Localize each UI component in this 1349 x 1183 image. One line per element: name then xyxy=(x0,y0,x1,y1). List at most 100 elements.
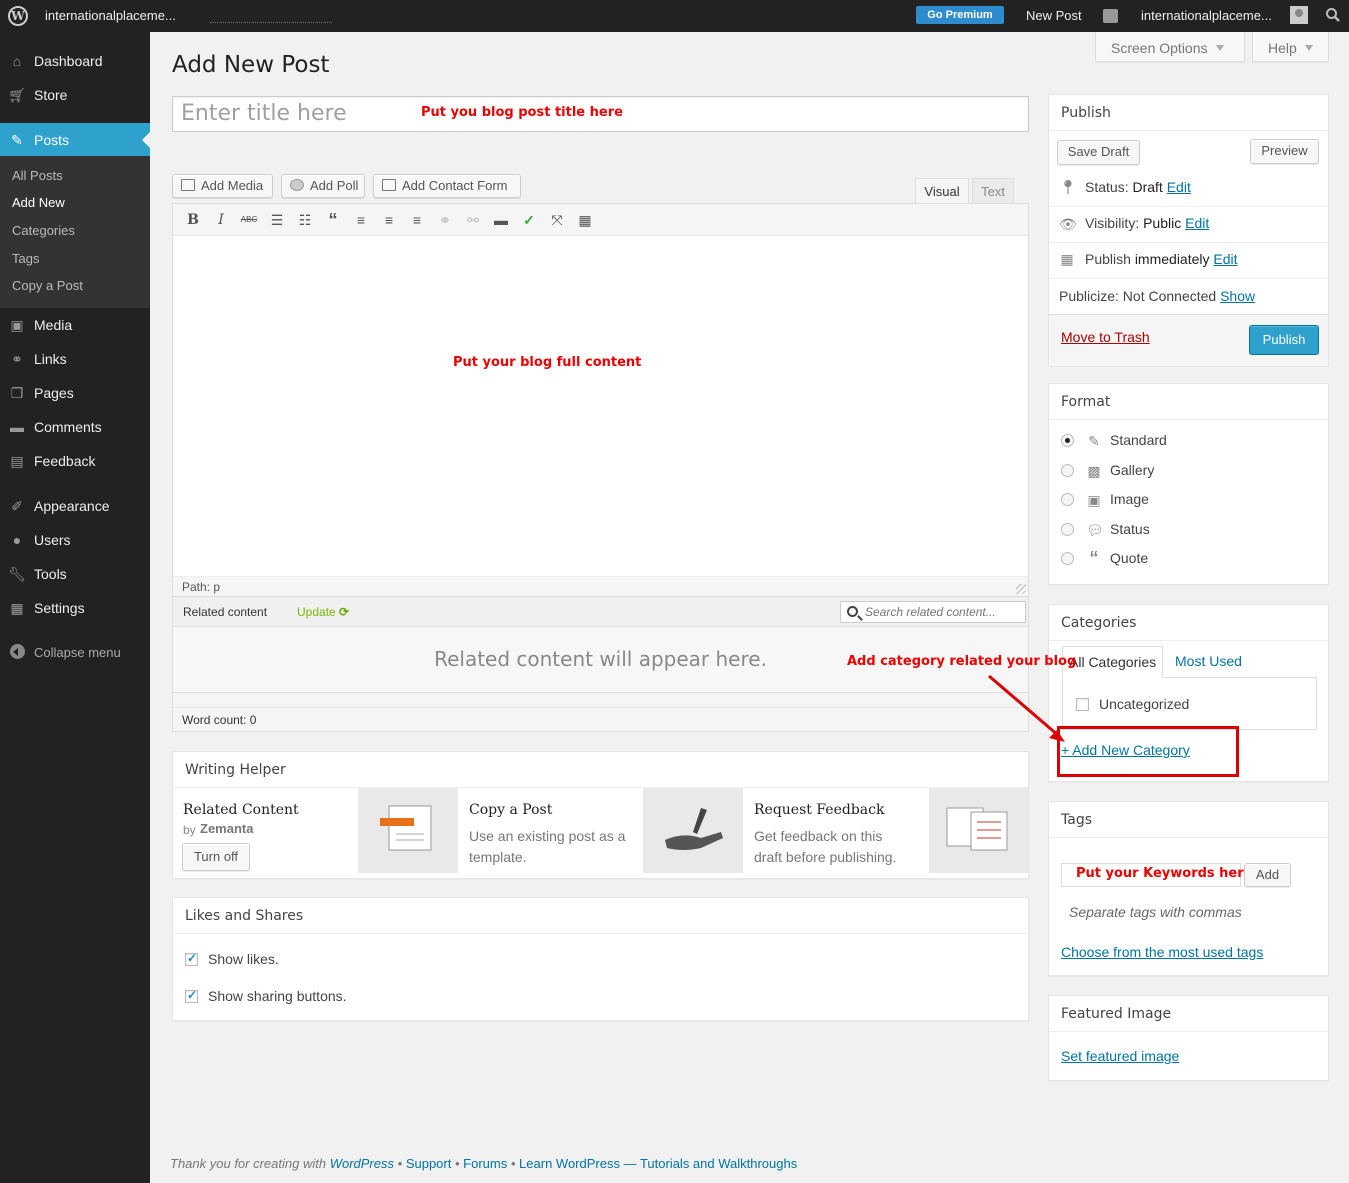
admin-sidebar: ⌂ Dashboard 🛒︎ Store ✎ Posts All Posts Add … xyxy=(0,32,150,1183)
tab-text[interactable]: Text xyxy=(972,178,1014,204)
bullet-list-icon[interactable]: ☰ xyxy=(267,211,287,229)
sidebar-item-settings[interactable]: ▦ Settings xyxy=(0,591,150,625)
tab-most-used[interactable]: Most Used xyxy=(1169,646,1248,678)
align-right-icon[interactable]: ≡ xyxy=(407,211,427,229)
related-search-input[interactable] xyxy=(865,605,1020,619)
bold-icon[interactable]: B xyxy=(183,211,203,229)
submenu-copy-post[interactable]: Copy a Post xyxy=(12,278,83,293)
format-quote-radio[interactable] xyxy=(1061,552,1074,565)
collapse-arrow-icon xyxy=(10,644,25,659)
uncategorized-label: Uncategorized xyxy=(1099,696,1190,712)
form-icon xyxy=(382,179,396,191)
keywords-annotation: Put your Keywords here xyxy=(1076,866,1253,881)
new-post-link[interactable]: New Post xyxy=(1026,8,1082,23)
blockquote-icon[interactable]: “ xyxy=(323,211,343,229)
compare-illustration[interactable] xyxy=(929,788,1028,873)
copy-post-illustration[interactable] xyxy=(358,788,458,873)
resize-handle[interactable] xyxy=(1016,584,1026,594)
title-input[interactable] xyxy=(181,101,411,126)
sidebar-item-dashboard[interactable]: ⌂ Dashboard xyxy=(0,44,150,78)
uncategorized-checkbox[interactable] xyxy=(1076,698,1089,711)
footer-support-link[interactable]: Support xyxy=(406,1156,452,1171)
pin-icon: 📍︎ xyxy=(1059,179,1077,195)
publish-button[interactable]: Publish xyxy=(1249,325,1319,355)
sidebar-item-users[interactable]: ● Users xyxy=(0,523,150,557)
align-left-icon[interactable]: ≡ xyxy=(351,211,371,229)
admin-bar: W internationalplaceme... Go Premium New… xyxy=(0,0,1349,32)
visibility-edit-link[interactable]: Edit xyxy=(1185,215,1209,231)
spellcheck-icon[interactable]: ✓ xyxy=(519,211,539,229)
footer-learn-link[interactable]: Learn WordPress — Tutorials and Walkthro… xyxy=(519,1156,797,1171)
more-tag-icon[interactable]: ▬ xyxy=(491,211,511,229)
writing-helper-title[interactable]: Writing Helper xyxy=(173,752,1028,788)
document-icon xyxy=(380,805,432,851)
strikethrough-icon[interactable]: ABC xyxy=(239,211,259,229)
turn-off-button[interactable]: Turn off xyxy=(182,843,250,871)
add-tag-button[interactable]: Add xyxy=(1244,863,1291,887)
editor-content-area[interactable] xyxy=(173,236,1028,576)
align-center-icon[interactable]: ≡ xyxy=(379,211,399,229)
submenu-categories[interactable]: Categories xyxy=(12,223,75,238)
move-to-trash-link[interactable]: Move to Trash xyxy=(1061,329,1150,345)
go-premium-button[interactable]: Go Premium xyxy=(916,6,1004,24)
submenu-all-posts[interactable]: All Posts xyxy=(12,168,63,183)
add-contact-form-button[interactable]: Add Contact Form xyxy=(373,174,521,198)
site-name-link[interactable]: internationalplaceme... xyxy=(45,8,176,23)
status-edit-link[interactable]: Edit xyxy=(1167,179,1191,195)
publish-title[interactable]: Publish xyxy=(1049,95,1328,131)
format-gallery-radio[interactable] xyxy=(1061,464,1074,477)
sidebar-item-tools[interactable]: 🔧︎ Tools xyxy=(0,557,150,591)
account-name-link[interactable]: internationalplaceme... xyxy=(1141,8,1272,23)
choose-tags-link[interactable]: Choose from the most used tags xyxy=(1061,944,1263,960)
italic-icon[interactable]: I xyxy=(211,211,231,229)
likes-shares-title[interactable]: Likes and Shares xyxy=(173,898,1028,934)
format-standard-radio[interactable] xyxy=(1061,434,1074,447)
kitchen-sink-icon[interactable]: ▦ xyxy=(575,211,595,229)
save-draft-button[interactable]: Save Draft xyxy=(1057,140,1140,165)
sidebar-item-appearance[interactable]: ✐ Appearance xyxy=(0,489,150,523)
collapse-menu-button[interactable]: Collapse menu xyxy=(0,642,150,662)
format-title[interactable]: Format xyxy=(1049,384,1328,420)
tab-visual[interactable]: Visual xyxy=(915,178,969,204)
featured-image-title[interactable]: Featured Image xyxy=(1049,996,1328,1032)
sidebar-item-comments[interactable]: ▬ Comments xyxy=(0,410,150,444)
publicize-show-link[interactable]: Show xyxy=(1220,288,1255,304)
search-icon[interactable] xyxy=(1325,7,1341,23)
footer-wordpress-link[interactable]: WordPress xyxy=(330,1156,394,1171)
sidebar-item-store[interactable]: 🛒︎ Store xyxy=(0,78,150,112)
submenu-tags[interactable]: Tags xyxy=(12,251,39,266)
screen-options-button[interactable]: Screen Options xyxy=(1095,32,1245,62)
schedule-edit-link[interactable]: Edit xyxy=(1213,251,1237,267)
update-link[interactable]: Update ⟳ xyxy=(297,605,349,619)
sidebar-item-posts[interactable]: ✎ Posts xyxy=(0,123,150,157)
tags-title[interactable]: Tags xyxy=(1049,802,1328,838)
wordpress-logo-icon[interactable]: W xyxy=(8,6,28,26)
numbered-list-icon[interactable]: ☷ xyxy=(295,211,315,229)
set-featured-image-link[interactable]: Set featured image xyxy=(1061,1048,1179,1064)
sidebar-item-pages[interactable]: ❐ Pages xyxy=(0,376,150,410)
show-sharing-checkbox[interactable] xyxy=(185,988,198,1003)
copy-post-helper-title: Copy a Post xyxy=(469,802,553,818)
tab-all-categories[interactable]: All Categories xyxy=(1062,646,1164,678)
notifications-icon[interactable] xyxy=(1103,9,1118,23)
avatar[interactable] xyxy=(1290,6,1308,24)
help-button[interactable]: Help xyxy=(1252,32,1329,62)
link-icon[interactable]: ⚭ xyxy=(435,211,455,229)
publicize-row: Publicize: Not Connected Show xyxy=(1059,288,1256,304)
sidebar-item-feedback[interactable]: ▤ Feedback xyxy=(0,444,150,478)
add-poll-button[interactable]: Add Poll xyxy=(281,174,365,198)
categories-title[interactable]: Categories xyxy=(1049,605,1328,641)
fullscreen-icon[interactable]: ⤧ xyxy=(547,211,567,229)
format-image-radio[interactable] xyxy=(1061,493,1074,506)
preview-button[interactable]: Preview xyxy=(1250,139,1319,164)
submenu-add-new[interactable]: Add New xyxy=(12,195,65,210)
format-status-radio[interactable] xyxy=(1061,523,1074,536)
show-likes-checkbox[interactable] xyxy=(185,951,198,966)
feedback-illustration[interactable] xyxy=(643,788,743,873)
sidebar-item-links[interactable]: ⚭ Links xyxy=(0,342,150,376)
add-media-button[interactable]: Add Media xyxy=(172,174,273,198)
sidebar-item-media[interactable]: ▣ Media xyxy=(0,308,150,342)
footer-forums-link[interactable]: Forums xyxy=(463,1156,507,1171)
related-search-field[interactable] xyxy=(840,601,1026,623)
unlink-icon[interactable]: ⚯ xyxy=(463,211,483,229)
